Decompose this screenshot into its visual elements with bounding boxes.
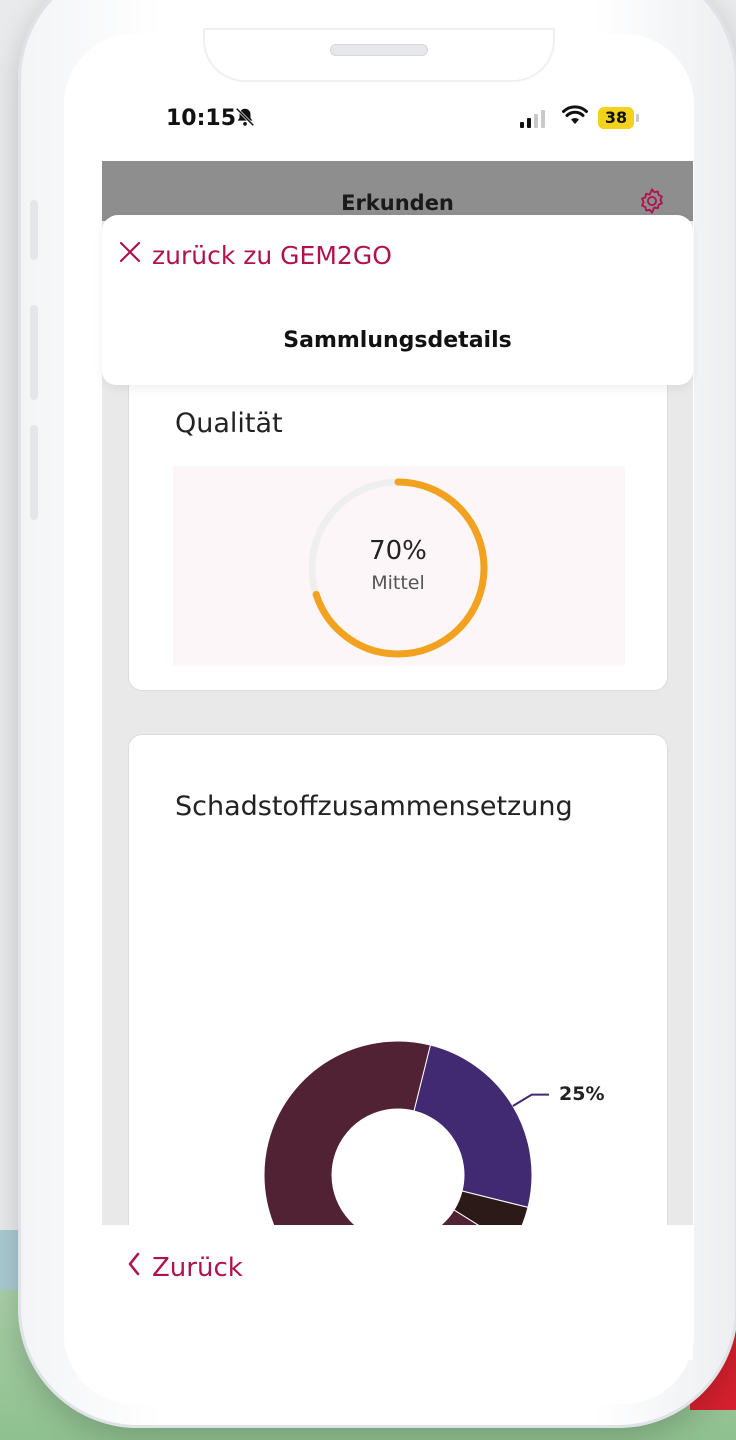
- app-header: Erkunden: [102, 161, 693, 221]
- bottom-bar: [102, 1225, 693, 1360]
- silent-bell-icon: [234, 106, 256, 133]
- quality-card: Qualität 70% Mittel: [128, 360, 668, 691]
- close-icon: [118, 240, 142, 270]
- pie-slice: [413, 1044, 533, 1209]
- status-time: 10:15: [166, 106, 237, 131]
- volume-down-button: [30, 425, 38, 520]
- pollutant-donut-chart: [263, 1040, 549, 1225]
- close-button[interactable]: zurück zu GEM2GO: [118, 240, 392, 270]
- quality-gauge: [308, 478, 488, 658]
- pollutant-card: Schadstoffzusammensetzung 25% 5%: [128, 734, 668, 1256]
- cellular-signal-icon: [520, 110, 545, 128]
- quality-rating: Mittel: [371, 572, 425, 594]
- page-title: Erkunden: [341, 191, 454, 215]
- slice-label: 25%: [559, 1082, 605, 1105]
- battery-icon: 38: [598, 107, 634, 129]
- back-button[interactable]: Zurück: [126, 1251, 243, 1284]
- speaker-grille: [330, 44, 428, 56]
- back-label: Zurück: [152, 1252, 243, 1283]
- mute-switch: [30, 200, 38, 260]
- battery-tip: [636, 114, 639, 122]
- chevron-left-icon: [126, 1251, 142, 1284]
- sheet-title: Sammlungsdetails: [283, 328, 512, 353]
- slice-leader-line: [512, 1093, 549, 1107]
- close-label: zurück zu GEM2GO: [152, 240, 392, 270]
- quality-value: 70%: [369, 536, 427, 566]
- volume-up-button: [30, 305, 38, 400]
- wifi-icon: [562, 104, 588, 132]
